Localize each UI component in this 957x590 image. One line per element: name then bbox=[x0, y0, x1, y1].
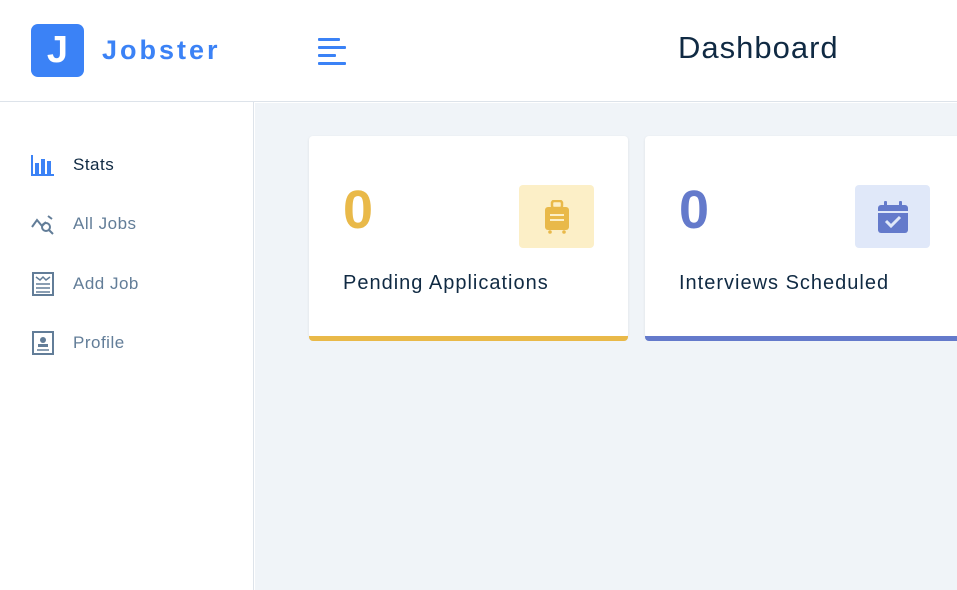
sidebar-item-label: Add Job bbox=[73, 274, 139, 293]
sidebar-item-all-jobs[interactable]: All Jobs bbox=[31, 212, 137, 236]
logo-mark: J bbox=[31, 24, 84, 77]
sidebar-item-stats[interactable]: Stats bbox=[31, 153, 114, 177]
dashboard-main: 0 Pending Applications 0 Interviews Sche… bbox=[255, 103, 957, 590]
sidebar-item-profile[interactable]: Profile bbox=[31, 331, 125, 355]
page-title: Dashboard bbox=[678, 30, 839, 65]
stat-count: 0 bbox=[679, 180, 710, 240]
profile-card-icon bbox=[31, 331, 55, 355]
sidebar-toggle-button[interactable] bbox=[318, 38, 348, 66]
job-search-icon bbox=[31, 212, 55, 236]
sidebar-item-label: All Jobs bbox=[73, 214, 137, 233]
navbar: J Jobster Dashboard bbox=[0, 0, 957, 102]
stat-accent-bar bbox=[309, 336, 628, 341]
sidebar-item-label: Stats bbox=[73, 155, 115, 174]
stat-count: 0 bbox=[343, 180, 374, 240]
bars-icon bbox=[318, 38, 340, 41]
stat-card-pending: 0 Pending Applications bbox=[309, 136, 628, 341]
logo[interactable]: J Jobster bbox=[31, 24, 221, 77]
stat-card-interviews: 0 Interviews Scheduled bbox=[645, 136, 957, 341]
sidebar: Stats All Jobs Add Job Profile bbox=[0, 102, 254, 590]
stat-title: Pending Applications bbox=[343, 272, 549, 294]
bar-chart-icon bbox=[31, 153, 55, 177]
sidebar-item-add-job[interactable]: Add Job bbox=[31, 272, 139, 296]
logo-text: Jobster bbox=[102, 35, 221, 65]
calendar-check-icon bbox=[855, 185, 930, 248]
suitcase-icon bbox=[519, 185, 594, 248]
stat-title: Interviews Scheduled bbox=[679, 272, 890, 294]
stat-accent-bar bbox=[645, 336, 957, 341]
form-icon bbox=[31, 272, 55, 296]
sidebar-item-label: Profile bbox=[73, 333, 125, 352]
